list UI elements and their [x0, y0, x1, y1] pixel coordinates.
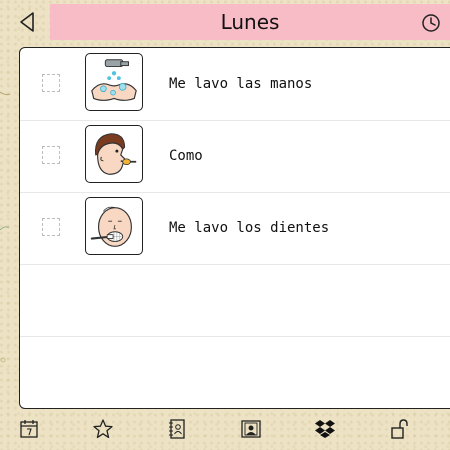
task-label: Me lavo los dientes — [169, 220, 330, 236]
task-row[interactable]: Como — [20, 120, 450, 193]
task-list: Me lavo las manos Como Me lavo los dient… — [19, 47, 450, 409]
favorites-button[interactable] — [90, 416, 116, 442]
bottom-toolbar — [0, 414, 450, 446]
dropbox-icon — [315, 420, 335, 438]
back-arrow-icon — [20, 12, 34, 32]
task-row[interactable]: Me lavo las manos — [20, 48, 450, 121]
title-bar: Lunes — [50, 4, 450, 40]
back-button[interactable] — [14, 8, 40, 36]
portrait-button[interactable] — [238, 416, 264, 442]
contacts-book-icon — [169, 419, 185, 439]
task-checkbox[interactable] — [42, 74, 60, 92]
clock-button[interactable] — [420, 12, 442, 34]
empty-row — [20, 264, 450, 337]
task-checkbox[interactable] — [42, 218, 60, 236]
task-checkbox[interactable] — [42, 146, 60, 164]
dropbox-button[interactable] — [312, 416, 338, 442]
task-label: Me lavo las manos — [169, 76, 313, 92]
calendar-button[interactable] — [16, 416, 42, 442]
clock-icon — [422, 14, 440, 32]
unlock-icon — [391, 419, 408, 439]
contacts-button[interactable] — [164, 416, 190, 442]
star-icon — [93, 419, 113, 439]
portrait-icon — [241, 420, 261, 438]
page-title: Lunes — [220, 10, 280, 34]
task-row[interactable]: Me lavo los dientes — [20, 192, 450, 265]
background-leaf-decoration — [0, 91, 11, 363]
task-label: Como — [169, 148, 203, 164]
lock-button[interactable] — [386, 416, 412, 442]
eat-pictogram — [85, 125, 143, 183]
brush-teeth-pictogram — [85, 197, 143, 255]
wash-hands-pictogram — [85, 53, 143, 111]
calendar-icon — [20, 420, 38, 438]
